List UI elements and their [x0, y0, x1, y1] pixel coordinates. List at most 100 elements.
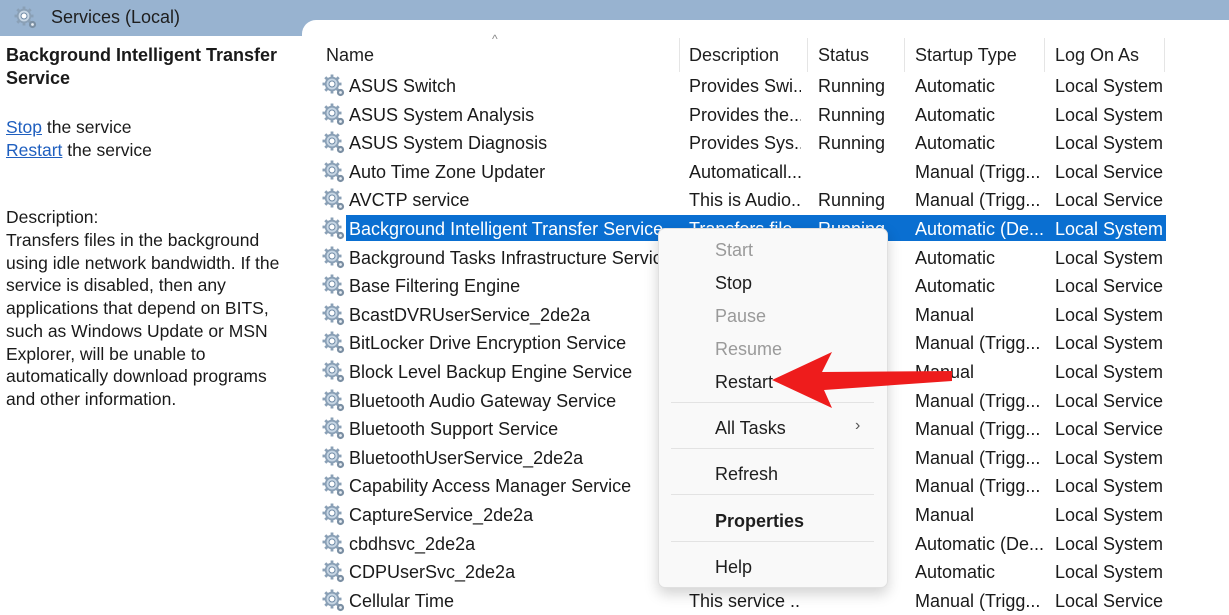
service-gear-icon: [322, 389, 346, 413]
service-log-on-as: Local System: [1055, 133, 1164, 154]
service-startup-type: Automatic (De...: [915, 533, 1045, 554]
menu-item-stop[interactable]: Stop: [715, 271, 752, 295]
menu-item-all-tasks[interactable]: All Tasks: [715, 416, 786, 440]
sort-ascending-icon: ^: [492, 32, 498, 46]
list-header: ^ Name Description Status Startup Type L…: [318, 32, 1229, 72]
menu-item-pause[interactable]: Pause: [715, 304, 766, 328]
services-icon: [14, 6, 38, 30]
service-log-on-as: Local System: [1055, 533, 1164, 554]
service-gear-icon: [322, 160, 346, 184]
column-header-log-on-as[interactable]: Log On As: [1055, 45, 1139, 71]
service-startup-type: Manual (Trigg...: [915, 447, 1041, 468]
service-name: Background Intelligent Transfer Service: [349, 219, 664, 239]
service-gear-icon: [322, 188, 346, 212]
service-gear-icon: [322, 474, 346, 498]
service-gear-icon: [322, 417, 346, 441]
column-header-name[interactable]: Name: [326, 45, 374, 71]
service-startup-type: Manual (Trigg...: [915, 190, 1041, 211]
service-startup-type: Manual: [915, 505, 975, 525]
service-log-on-as: Local System: [1055, 104, 1164, 125]
column-header-startup-type[interactable]: Startup Type: [915, 45, 1017, 71]
service-gear-icon: [322, 532, 346, 556]
service-name: cbdhsvc_2de2a: [349, 533, 476, 554]
service-row[interactable]: ASUS System Analysis Provides the... Runni…: [318, 101, 1166, 130]
service-startup-type: Automatic: [915, 76, 996, 96]
stop-service-link[interactable]: Stop: [6, 117, 42, 137]
window-title: Services (Local): [51, 7, 181, 27]
restart-service-link[interactable]: Restart: [6, 140, 62, 160]
column-header-description[interactable]: Description: [689, 45, 779, 71]
restart-action-suffix: the service: [62, 140, 152, 160]
service-gear-icon: [322, 503, 346, 527]
service-description: This is Audio...: [689, 190, 801, 211]
service-description: This service ...: [689, 590, 801, 611]
service-startup-type: Manual (Trigg...: [915, 590, 1041, 611]
service-name: Auto Time Zone Updater: [349, 161, 546, 182]
service-log-on-as: Local System: [1055, 247, 1164, 268]
service-log-on-as: Local Service: [1055, 190, 1164, 211]
menu-item-refresh[interactable]: Refresh: [715, 462, 778, 486]
service-row[interactable]: Auto Time Zone Updater Automaticall... Man…: [318, 158, 1166, 187]
column-divider[interactable]: [679, 38, 680, 72]
service-status: Running: [818, 104, 886, 125]
description-label: Description:: [6, 207, 99, 227]
selected-service-title: Background Intelligent Transfer Service: [6, 45, 278, 88]
service-gear-icon: [322, 246, 346, 270]
service-name: Cellular Time: [349, 590, 455, 611]
service-description: Provides Swi...: [689, 76, 801, 96]
service-status: Running: [818, 133, 886, 154]
service-gear-icon: [322, 360, 346, 384]
service-startup-type: Manual: [915, 304, 975, 325]
service-name: Block Level Backup Engine Service: [349, 362, 633, 382]
service-name: ASUS Switch: [349, 76, 457, 96]
menu-item-start[interactable]: Start: [715, 238, 753, 262]
service-row[interactable]: ASUS System Diagnosis Provides Sys... Runn…: [318, 129, 1166, 158]
description-text: Transfers files in the background using …: [6, 230, 280, 409]
menu-separator: [671, 541, 874, 542]
service-startup-type: Manual (Trigg...: [915, 161, 1041, 182]
service-gear-icon: [322, 560, 346, 584]
service-name: ASUS System Diagnosis: [349, 133, 548, 154]
service-name: ASUS System Analysis: [349, 104, 535, 125]
service-gear-icon: [322, 74, 346, 98]
service-name: Bluetooth Support Service: [349, 419, 559, 440]
service-startup-type: Automatic: [915, 247, 996, 268]
stop-action: Stop the service: [6, 116, 131, 139]
service-gear-icon: [322, 589, 346, 613]
service-startup-type: Manual (Trigg...: [915, 476, 1041, 497]
service-gear-icon: [322, 274, 346, 298]
column-divider[interactable]: [1164, 38, 1165, 72]
service-log-on-as: Local System: [1055, 362, 1164, 382]
menu-item-restart[interactable]: Restart: [715, 370, 773, 394]
service-startup-type: Automatic: [915, 562, 996, 583]
service-name: Base Filtering Engine: [349, 276, 521, 297]
service-startup-type: Automatic: [915, 133, 996, 154]
service-row[interactable]: AVCTP service This is Audio... Running Manu…: [318, 186, 1166, 215]
service-startup-type: Manual (Trigg...: [915, 419, 1041, 440]
service-startup-type: Automatic: [915, 104, 996, 125]
service-startup-type: Automatic: [915, 276, 996, 297]
chevron-right-icon: ›: [855, 417, 861, 434]
service-log-on-as: Local Service: [1055, 161, 1164, 182]
menu-item-properties[interactable]: Properties: [715, 509, 804, 533]
service-log-on-as: Local System: [1055, 447, 1164, 468]
service-gear-icon: [322, 303, 346, 327]
column-header-status[interactable]: Status: [818, 45, 869, 71]
column-divider[interactable]: [904, 38, 905, 72]
service-log-on-as: Local Service: [1055, 590, 1164, 611]
service-row[interactable]: ASUS Switch Provides Swi... Running Automat…: [318, 72, 1166, 101]
column-divider[interactable]: [1044, 38, 1045, 72]
column-divider[interactable]: [807, 38, 808, 72]
service-log-on-as: Local System: [1055, 476, 1164, 497]
service-name: CDPUserSvc_2de2a: [349, 562, 516, 583]
service-log-on-as: Local System: [1055, 76, 1164, 96]
service-log-on-as: Local Service: [1055, 390, 1164, 411]
service-log-on-as: Local System: [1055, 304, 1164, 325]
service-name: BitLocker Drive Encryption Service: [349, 333, 627, 354]
restart-action: Restart the service: [6, 139, 152, 162]
service-status: Running: [818, 190, 886, 211]
service-log-on-as: Local System: [1055, 333, 1164, 354]
service-gear-icon: [322, 217, 346, 241]
service-name: Background Tasks Infrastructure Service: [349, 247, 672, 268]
menu-item-help[interactable]: Help: [715, 555, 752, 579]
